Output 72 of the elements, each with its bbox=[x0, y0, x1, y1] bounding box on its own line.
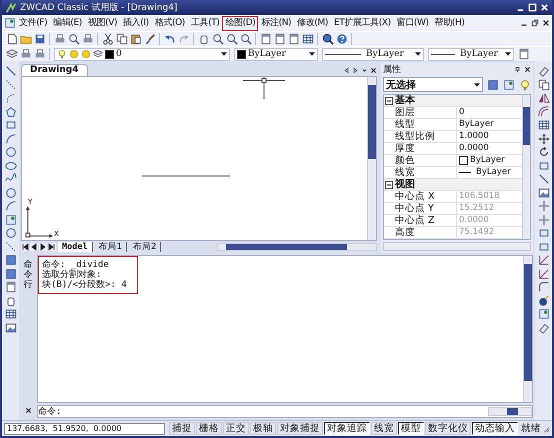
status-toggle[interactable]: 对象捕捉 bbox=[277, 422, 323, 435]
property-label: 颜色 bbox=[395, 155, 457, 166]
category-label: 基本 bbox=[395, 95, 416, 106]
menu-item[interactable]: 帮助(H) bbox=[432, 16, 468, 30]
status-text: 就绪 bbox=[520, 422, 541, 435]
color-dropdown[interactable]: ByLayer bbox=[234, 48, 318, 60]
property-label: 中心点 X bbox=[395, 191, 457, 202]
property-label: 线型比例 bbox=[395, 131, 457, 142]
menu-item[interactable]: 编辑(E) bbox=[50, 16, 85, 30]
menu-item[interactable]: 格式(O) bbox=[152, 16, 188, 30]
status-toggle[interactable]: 动态输入 bbox=[472, 422, 518, 435]
value-text: 75.1492 bbox=[459, 227, 494, 238]
property-label: 图层 bbox=[395, 107, 457, 118]
value-text: 15.2512 bbox=[459, 203, 494, 214]
property-value[interactable]: ByLayer bbox=[457, 119, 522, 130]
value-text: 0.0000 bbox=[459, 143, 489, 154]
value-text: 0 bbox=[459, 107, 464, 118]
property-value[interactable]: ByLayer bbox=[457, 155, 522, 166]
property-label: 高度 bbox=[395, 227, 457, 238]
category-label: 视图 bbox=[395, 179, 416, 190]
value-text: 1.0000 bbox=[459, 131, 489, 142]
lineweight-dropdown[interactable]: ByLayer bbox=[428, 48, 514, 60]
linetype-dropdown[interactable]: ByLayer bbox=[322, 48, 424, 60]
layout-tab[interactable]: Model bbox=[58, 242, 93, 252]
menu-item[interactable]: 工具(T) bbox=[188, 16, 222, 30]
menu-item[interactable]: 标注(N) bbox=[258, 16, 294, 30]
status-toggle[interactable]: 模型 bbox=[398, 422, 424, 435]
property-label: 线型 bbox=[395, 119, 457, 130]
value-text: 106.5018 bbox=[459, 191, 500, 202]
value-text: ByLayer bbox=[470, 155, 505, 166]
menu-item[interactable]: 插入(I) bbox=[120, 16, 152, 30]
color-value: ByLayer bbox=[248, 49, 287, 59]
layer-value: 0 bbox=[116, 49, 123, 59]
status-toggle[interactable]: 数字化仪 bbox=[425, 422, 471, 435]
menu-item[interactable]: 视图(V) bbox=[84, 16, 120, 30]
command-line: 命令: _divide bbox=[42, 260, 110, 270]
layer-dropdown[interactable]: 0 bbox=[54, 48, 230, 60]
menu-item[interactable]: 绘图(D) bbox=[222, 16, 258, 30]
property-value[interactable]: 0 bbox=[457, 107, 522, 118]
menu-item[interactable]: ET扩展工具(X) bbox=[330, 16, 394, 30]
value-text: 0.0000 bbox=[459, 215, 489, 226]
property-label: 中心点 Y bbox=[395, 203, 457, 214]
linetype-value: ByLayer bbox=[366, 49, 405, 59]
panel-title: 属性 bbox=[383, 64, 402, 76]
command-line: 选取分割对象: bbox=[42, 270, 102, 280]
status-toggle[interactable]: 栅格 bbox=[196, 422, 222, 435]
property-label: 中心点 Z bbox=[395, 215, 457, 226]
layout-tab[interactable]: 布局2 bbox=[129, 242, 162, 252]
lineweight-value: ByLayer bbox=[460, 49, 499, 59]
status-toggle[interactable]: 对象追踪 bbox=[324, 422, 370, 435]
menu-item[interactable]: 文件(F) bbox=[16, 16, 50, 30]
value-text: ByLayer bbox=[476, 167, 511, 178]
status-toggle[interactable]: 捕捉 bbox=[169, 422, 195, 435]
selection-value: 无选择 bbox=[386, 78, 417, 92]
command-side-label: 命令行 bbox=[24, 261, 32, 291]
window-title: ZWCAD Classic 试用版 - [Drawing4] bbox=[20, 2, 178, 14]
status-toggle[interactable]: 极轴 bbox=[250, 422, 276, 435]
status-toggle[interactable]: 线宽 bbox=[371, 422, 397, 435]
selection-dropdown[interactable]: 无选择 bbox=[383, 77, 483, 92]
document-tab[interactable]: Drawing4 bbox=[21, 64, 88, 76]
command-line: 块(B)/<分段数>: 4 bbox=[42, 280, 127, 290]
layout-tab[interactable]: 布局1 bbox=[94, 242, 128, 252]
property-value[interactable]: ByLayer bbox=[457, 167, 522, 178]
value-text: ByLayer bbox=[459, 119, 494, 130]
menu-item[interactable]: 窗口(W) bbox=[394, 16, 432, 30]
property-value[interactable]: 1.0000 bbox=[457, 131, 522, 142]
status-toggle[interactable]: 正交 bbox=[223, 422, 249, 435]
coordinates-field: 137.6683, 51.9520, 0.0000 bbox=[4, 422, 165, 434]
property-label: 厚度 bbox=[395, 143, 457, 154]
menu-item[interactable]: 修改(M) bbox=[294, 16, 331, 30]
property-value[interactable]: 0.0000 bbox=[457, 143, 522, 154]
property-label: 线宽 bbox=[395, 167, 457, 178]
